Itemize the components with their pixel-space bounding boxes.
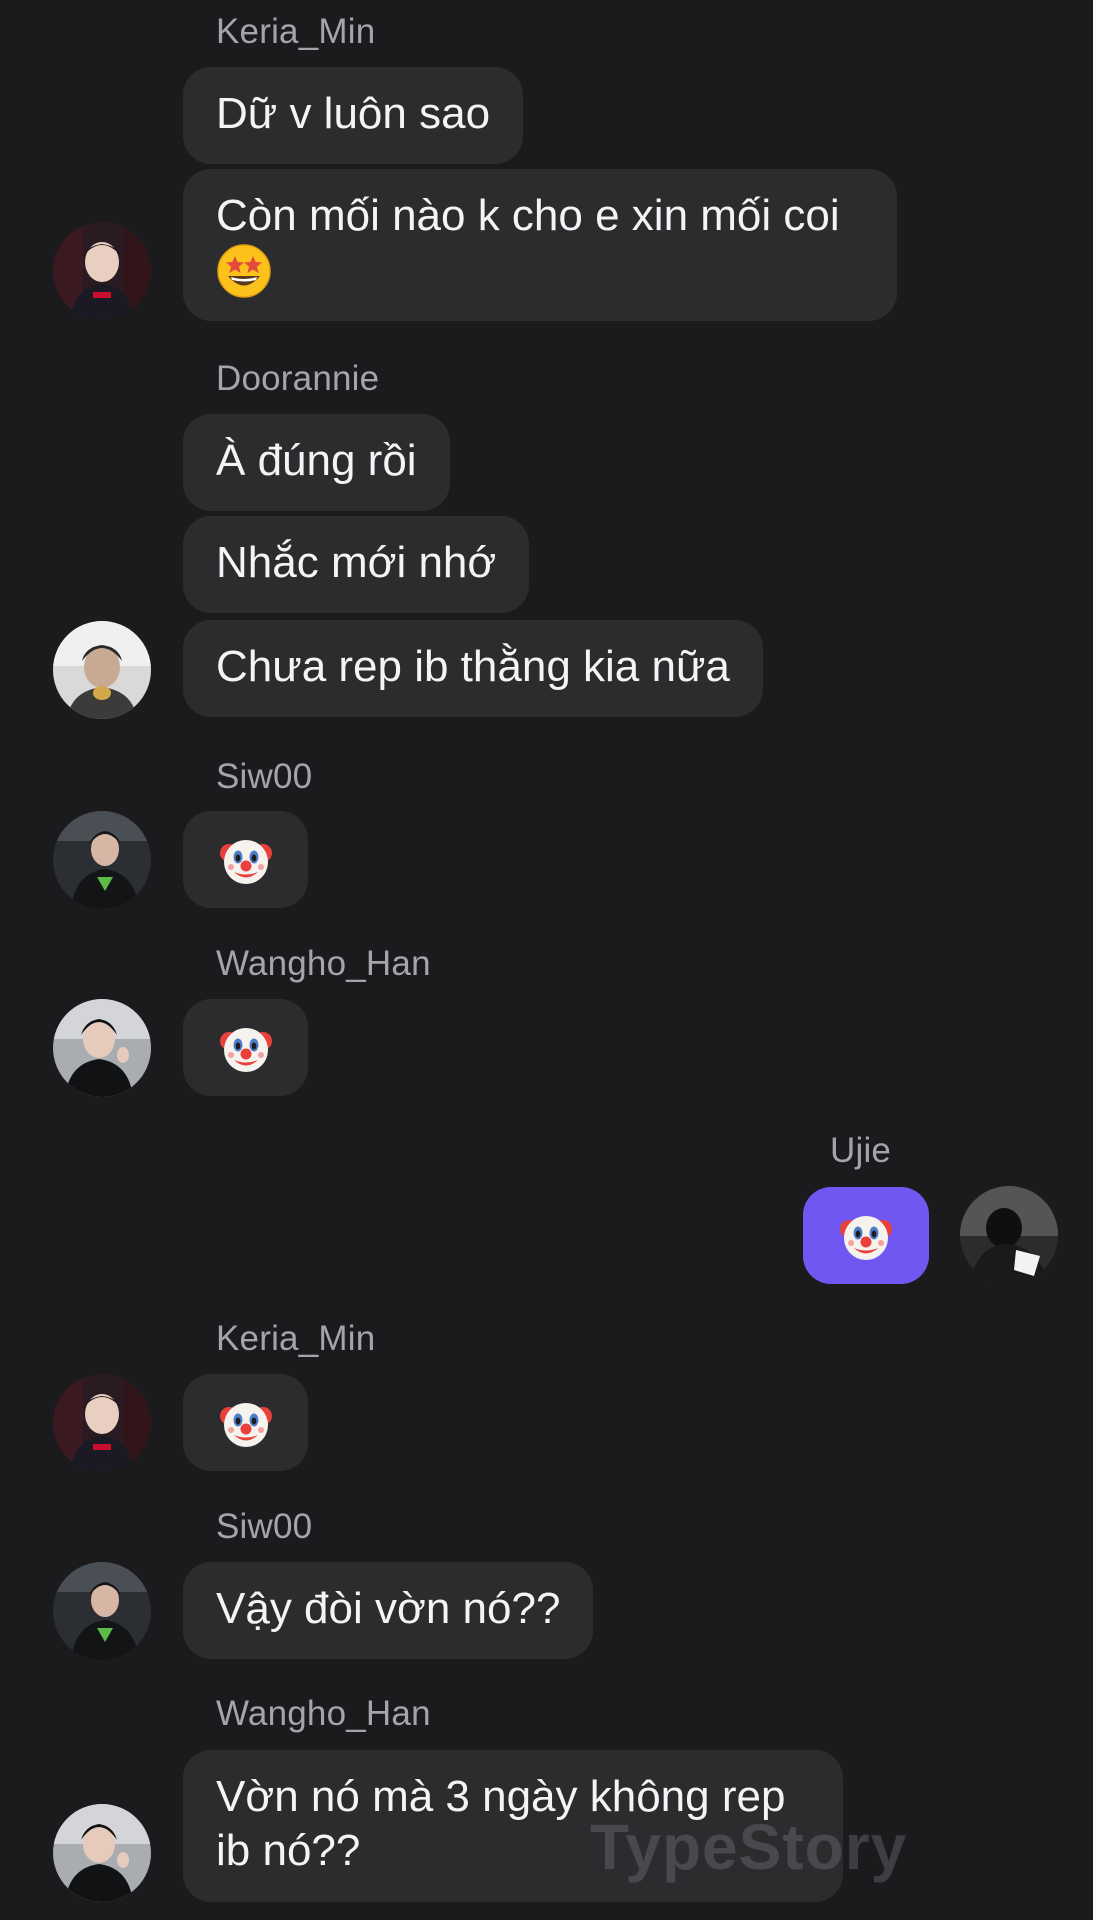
avatar-photo-icon (53, 999, 151, 1097)
message-text: Còn mối nào k cho e xin mối coi (216, 191, 840, 240)
avatar-photo-icon (53, 1804, 151, 1902)
sender-name: Ujie (830, 1131, 892, 1170)
avatar[interactable] (53, 999, 151, 1097)
message-bubble[interactable] (183, 999, 308, 1096)
avatar[interactable] (53, 1562, 151, 1660)
sender-name: Doorannie (216, 359, 380, 398)
avatar-photo-icon (53, 811, 151, 909)
clown-face-emoji-icon (219, 839, 272, 884)
message-bubble[interactable]: Còn mối nào k cho e xin mối coi (183, 169, 897, 321)
avatar-photo-icon (53, 222, 151, 320)
chat-thread[interactable]: Keria_Min Dữ v luôn sao Còn mối nào k ch… (0, 0, 1093, 1920)
message-text: Dữ v luôn sao (216, 89, 491, 138)
sender-name: Siw00 (216, 757, 313, 796)
message-bubble[interactable] (183, 811, 308, 908)
message-text: Chưa rep ib thằng kia nữa (216, 642, 730, 691)
message-bubble[interactable]: Vậy đòi vờn nó?? (183, 1562, 594, 1659)
message-text: Vậy đòi vờn nó?? (216, 1584, 561, 1633)
avatar[interactable] (53, 1374, 151, 1472)
sender-name: Wangho_Han (216, 1694, 431, 1733)
clown-face-emoji-icon (219, 1402, 272, 1447)
message-bubble[interactable]: Dữ v luôn sao (183, 67, 524, 164)
avatar[interactable] (960, 1186, 1058, 1284)
sender-name: Keria_Min (216, 12, 376, 51)
message-bubble[interactable]: Nhắc mới nhớ (183, 516, 530, 613)
avatar-photo-icon (53, 621, 151, 719)
message-bubble[interactable]: Chưa rep ib thằng kia nữa (183, 620, 763, 717)
clown-face-emoji-icon (219, 1027, 272, 1072)
avatar-photo-icon (53, 1374, 151, 1472)
avatar[interactable] (53, 222, 151, 320)
message-text: Nhắc mới nhớ (216, 538, 497, 587)
star-struck-emoji-icon (216, 243, 272, 312)
avatar-photo-icon (53, 1562, 151, 1660)
avatar[interactable] (53, 811, 151, 909)
clown-face-emoji-icon (840, 1215, 892, 1260)
message-bubble[interactable] (183, 1374, 308, 1471)
own-message-bubble[interactable] (803, 1187, 929, 1284)
sender-name: Siw00 (216, 1507, 313, 1546)
sender-name: Keria_Min (216, 1319, 376, 1358)
avatar-photo-icon (960, 1186, 1058, 1284)
avatar[interactable] (53, 1804, 151, 1902)
message-text: À đúng rồi (216, 436, 417, 485)
watermark: TypeStory (590, 1811, 908, 1883)
sender-name: Wangho_Han (216, 944, 431, 983)
avatar[interactable] (53, 621, 151, 719)
message-bubble[interactable]: À đúng rồi (183, 414, 450, 511)
